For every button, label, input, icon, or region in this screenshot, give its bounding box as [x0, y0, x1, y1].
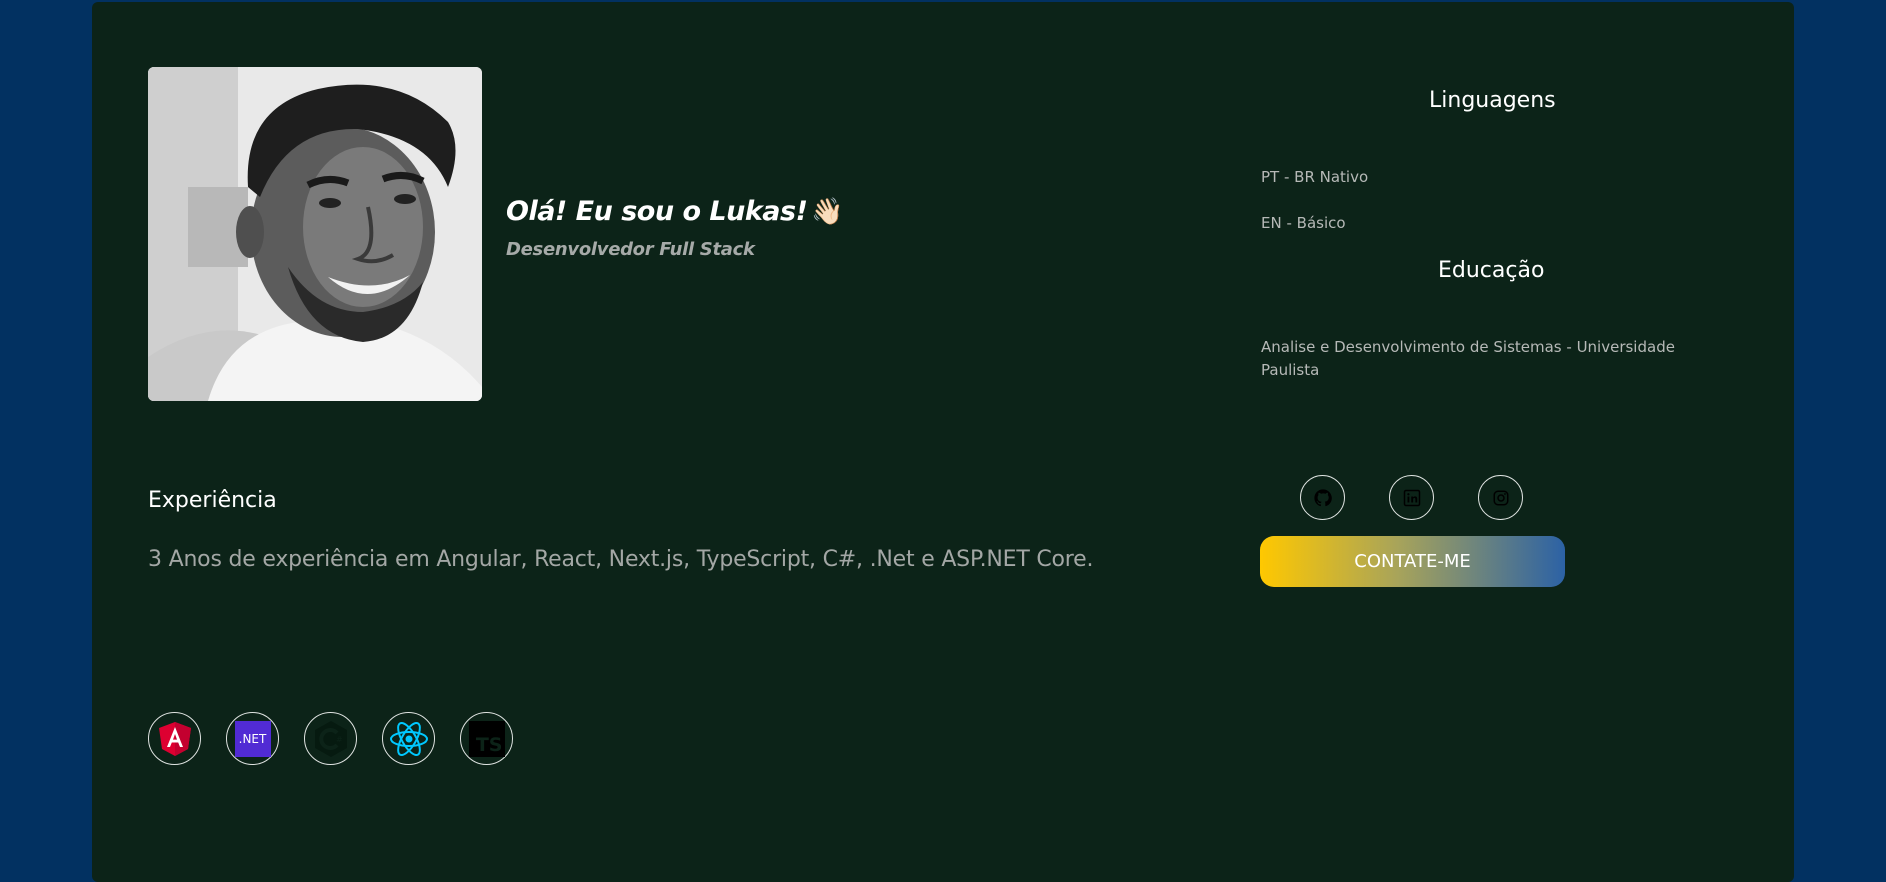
svg-text:#: # — [336, 735, 343, 744]
profile-photo-image — [148, 67, 482, 401]
react-icon — [389, 721, 428, 756]
tech-angular — [148, 712, 201, 765]
experience-text: 3 Anos de experiência em Angular, React,… — [148, 547, 1094, 572]
typescript-icon-label: TS — [475, 733, 503, 756]
contact-button-label: CONTATE-ME — [1354, 551, 1471, 572]
instagram-link[interactable] — [1478, 475, 1523, 520]
hero-greeting-text: Olá! Eu sou o Lukas! — [506, 196, 808, 227]
typescript-icon: TS — [468, 720, 505, 757]
github-icon — [1313, 488, 1332, 506]
languages-title: Linguagens — [1429, 88, 1556, 113]
csharp-icon: # — [314, 720, 347, 757]
contact-button[interactable]: CONTATE-ME — [1260, 536, 1565, 587]
dotnet-icon: .NET — [234, 720, 271, 757]
experience-title: Experiência — [148, 488, 277, 513]
tech-react — [382, 712, 435, 765]
linkedin-icon — [1403, 489, 1420, 506]
hero-greeting: Olá! Eu sou o Lukas! 👋🏻 — [506, 196, 844, 227]
tech-dotnet: .NET — [226, 712, 279, 765]
language-item-pt: PT - BR Nativo — [1261, 168, 1369, 186]
instagram-icon — [1493, 490, 1508, 505]
angular-icon — [158, 721, 191, 756]
wave-icon: 👋🏻 — [811, 197, 844, 227]
linkedin-link[interactable] — [1389, 475, 1434, 520]
language-item-en: EN - Básico — [1261, 214, 1346, 232]
profile-photo — [148, 67, 482, 401]
tech-csharp: # — [304, 712, 357, 765]
education-item: Analise e Desenvolvimento de Sistemas - … — [1261, 338, 1675, 379]
github-link[interactable] — [1300, 475, 1345, 520]
education-title: Educação — [1438, 258, 1545, 283]
hero-role: Desenvolvedor Full Stack — [506, 239, 755, 260]
tech-typescript: TS — [460, 712, 513, 765]
dotnet-icon-label: .NET — [238, 731, 267, 746]
